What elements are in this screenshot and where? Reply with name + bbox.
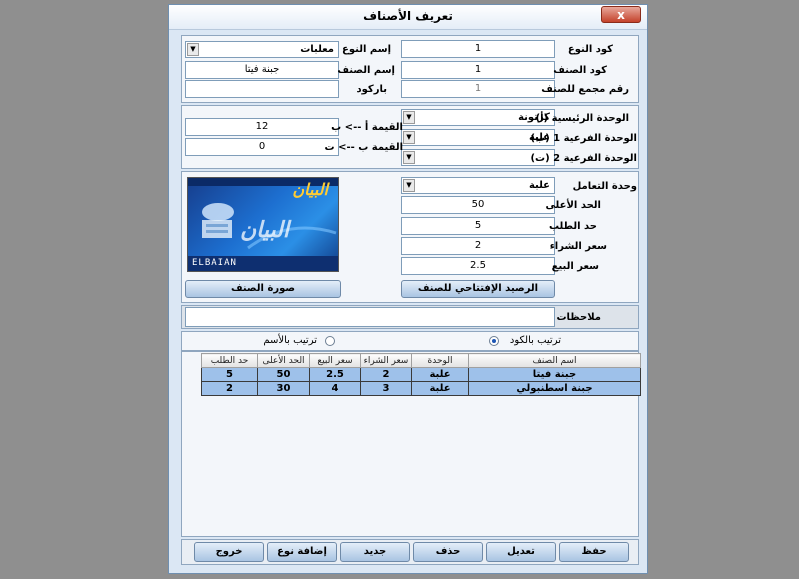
- col-item-name[interactable]: اسم الصنف: [468, 353, 641, 368]
- logo-arabic-watermark: البيان: [240, 218, 289, 243]
- notes-label: ملاحظات: [556, 312, 601, 323]
- barcode-field[interactable]: [185, 80, 339, 98]
- reorder-limit-label: حد الطلب: [548, 221, 597, 232]
- cell-item-name[interactable]: جبنة اسطنبولي: [468, 381, 641, 396]
- chevron-down-icon[interactable]: ▼: [403, 179, 415, 192]
- table-row[interactable]: جبنة فيتا علبة 2 2.5 50 5: [201, 367, 641, 382]
- value-b-to-t-label: القيمة ب --> ت: [324, 142, 403, 153]
- sell-price-label: سعر البيع: [551, 261, 599, 272]
- item-code-label: كود الصنف: [553, 65, 607, 76]
- main-unit-select[interactable]: كرتونة ▼: [401, 109, 555, 126]
- add-type-button[interactable]: إضافة نوع: [267, 542, 337, 562]
- sub-unit-2-label: الوحدة الفرعية 2 (ت): [530, 153, 637, 164]
- cell-max-limit[interactable]: 50: [257, 367, 310, 382]
- group-number-label: رقم مجمع للصنف: [541, 84, 629, 95]
- chevron-down-icon[interactable]: ▼: [403, 151, 415, 164]
- items-definition-window: تعريف الأصناف x 1 كود النوع معلبات ▼ إسم…: [168, 4, 648, 574]
- sort-panel: [181, 331, 639, 351]
- col-reorder-limit[interactable]: حد الطلب: [201, 353, 258, 368]
- cell-unit[interactable]: علبة: [411, 367, 469, 382]
- cell-buy-price[interactable]: 3: [360, 381, 412, 396]
- sort-by-name-label[interactable]: ترتيب بالأسم: [263, 335, 317, 346]
- delete-button[interactable]: حذف: [413, 542, 483, 562]
- chevron-down-icon[interactable]: ▼: [403, 131, 415, 144]
- logo-latin-text: ELBAIAN: [192, 258, 237, 268]
- cell-sell-price[interactable]: 2.5: [309, 367, 361, 382]
- col-sell-price[interactable]: سعر البيع: [309, 353, 361, 368]
- sub-unit-1-label: الوحدة الفرعية 1 (ب): [530, 133, 637, 144]
- sort-by-code-label[interactable]: ترتيب بالكود: [510, 335, 561, 346]
- deal-unit-value: علبة: [528, 180, 550, 191]
- edit-button[interactable]: تعديل: [486, 542, 556, 562]
- type-name-value: معلبات: [300, 44, 334, 55]
- value-b-to-t-field[interactable]: 0: [185, 138, 339, 156]
- item-name-field[interactable]: جبنة فيتا: [185, 61, 339, 79]
- item-image-button[interactable]: صورة الصنف: [185, 280, 341, 298]
- item-image: البيان البيان ELBAIAN: [187, 177, 339, 272]
- sort-by-code-radio[interactable]: [489, 336, 499, 346]
- cell-sell-price[interactable]: 4: [309, 381, 361, 396]
- item-name-label: إسم الصنف: [337, 65, 395, 76]
- cell-unit[interactable]: علبة: [411, 381, 469, 396]
- sell-price-field[interactable]: 2.5: [401, 257, 555, 275]
- barcode-label: باركود: [356, 84, 387, 95]
- value-a-to-b-field[interactable]: 12: [185, 118, 339, 136]
- new-button[interactable]: جديد: [340, 542, 410, 562]
- chevron-down-icon[interactable]: ▼: [187, 43, 199, 56]
- close-button[interactable]: x: [601, 6, 641, 23]
- reorder-limit-field[interactable]: 5: [401, 217, 555, 235]
- item-code-field[interactable]: 1: [401, 61, 555, 79]
- table-row[interactable]: جبنة اسطنبولي علبة 3 4 30 2: [201, 381, 641, 396]
- table-header-row: اسم الصنف الوحدة سعر الشراء سعر البيع ال…: [201, 353, 641, 368]
- notes-field[interactable]: [185, 307, 555, 327]
- cell-reorder-limit[interactable]: 2: [201, 381, 258, 396]
- type-code-label: كود النوع: [567, 44, 613, 55]
- window-title: تعريف الأصناف: [363, 9, 453, 23]
- cell-buy-price[interactable]: 2: [360, 367, 412, 382]
- cell-item-name[interactable]: جبنة فيتا: [468, 367, 641, 382]
- max-limit-label: الحد الأعلى: [545, 200, 601, 211]
- sort-by-name-radio[interactable]: [325, 336, 335, 346]
- title-bar: تعريف الأصناف x: [169, 5, 647, 30]
- col-unit[interactable]: الوحدة: [411, 353, 469, 368]
- cell-reorder-limit[interactable]: 5: [201, 367, 258, 382]
- max-limit-field[interactable]: 50: [401, 196, 555, 214]
- type-code-field[interactable]: 1: [401, 40, 555, 58]
- main-unit-label: الوحدة الرئيسية (أ): [535, 113, 629, 124]
- col-max-limit[interactable]: الحد الأعلى: [257, 353, 310, 368]
- value-a-to-b-label: القيمة أ --> ب: [331, 122, 403, 133]
- chevron-down-icon[interactable]: ▼: [403, 111, 415, 124]
- exit-button[interactable]: خروج: [194, 542, 264, 562]
- save-button[interactable]: حفظ: [559, 542, 629, 562]
- deal-unit-select[interactable]: علبة ▼: [401, 177, 555, 194]
- opening-balance-button[interactable]: الرصيد الإفتتاحي للصنف: [401, 280, 555, 298]
- type-name-select[interactable]: معلبات ▼: [185, 41, 339, 58]
- buy-price-label: سعر الشراء: [549, 241, 607, 252]
- buy-price-field[interactable]: 2: [401, 237, 555, 255]
- type-name-label: إسم النوع: [342, 44, 391, 55]
- deal-unit-label: وحدة التعامل: [572, 181, 637, 192]
- cell-max-limit[interactable]: 30: [257, 381, 310, 396]
- close-icon: x: [617, 8, 625, 22]
- items-table: اسم الصنف الوحدة سعر الشراء سعر البيع ال…: [201, 353, 641, 396]
- group-number-field[interactable]: 1: [401, 80, 555, 98]
- logo-arabic-text: البيان: [292, 180, 328, 199]
- col-buy-price[interactable]: سعر الشراء: [360, 353, 412, 368]
